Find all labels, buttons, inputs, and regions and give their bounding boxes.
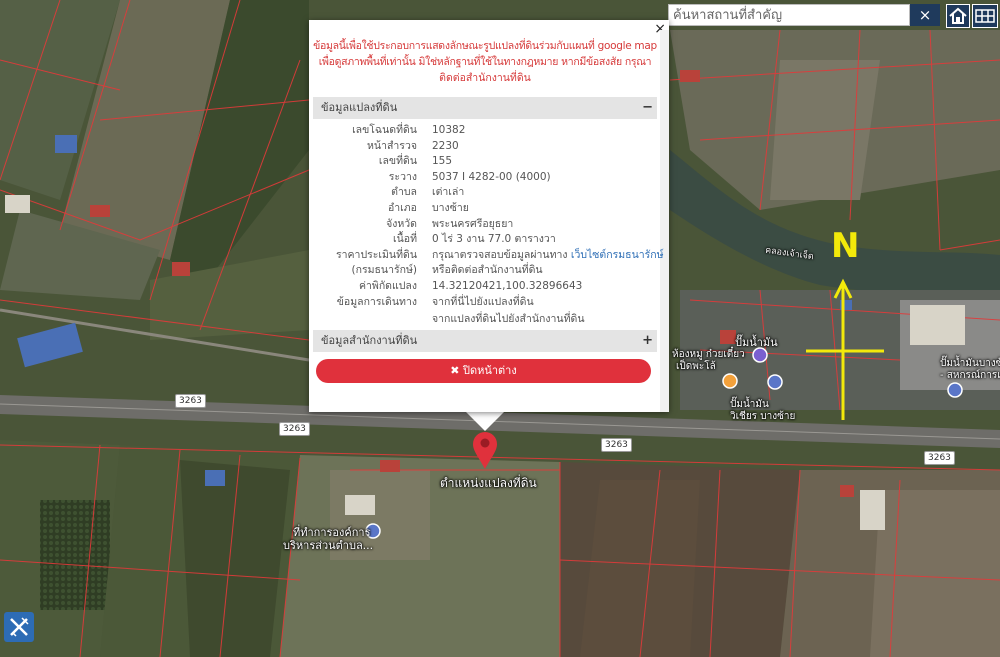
field-appraisal-2: (กรมธนารักษ์) หรือติดต่อสำนักงานที่ดิน [351,264,543,276]
disclaimer-notice: ข้อมูลนี้เพื่อใช้ประกอบการแสดงลักษณะรูปแ… [313,38,657,86]
coordinates-link[interactable]: 14.32120421,100.32896643 [432,279,582,294]
popup-pointer [465,411,505,431]
place-label: เป็ดพะโล้ [676,361,716,372]
field-province: จังหวัด พระนครศรีอยุธยา [386,218,514,230]
north-label: N [831,226,860,266]
road-shield: 3263 [601,438,632,452]
section-title: ข้อมูลแปลงที่ดิน [321,101,398,114]
field-appraisal: ราคาประเมินที่ดิน กรุณาตรวจสอบข้อมูลผ่านท… [335,249,664,261]
field-coordinates: ค่าพิกัดแปลง 14.32120421,100.32896643 [358,279,583,294]
marker-label: ตำแหน่งแปลงที่ดิน [440,476,537,490]
notice-line: ติดต่อสำนักงานที่ดิน [439,72,531,84]
field-directions-2: จากแปลงที่ดินไปยังสำนักงานที่ดิน [313,312,657,327]
collapse-icon[interactable]: − [642,97,653,119]
place-label: วิเชียร บางซ้าย [730,411,796,422]
road-shield: 3263 [175,394,206,408]
search-input[interactable]: ค้นหาสถานที่สำคัญ [668,4,910,26]
home-button[interactable] [946,4,970,28]
grid-icon [975,9,995,23]
road-shield: 3263 [279,422,310,436]
field-survey-page: หน้าสำรวจ 2230 [367,140,459,152]
place-label: บริหารส่วนตำบล... [283,539,374,552]
directions-to-parcel-link[interactable]: จากที่นี่ไปยังแปลงที่ดิน [432,295,534,310]
field-land-no: เลขที่ดิน 155 [378,155,453,167]
field-directions: ข้อมูลการเดินทาง จากที่นี่ไปยังแปลงที่ดิน [336,295,534,310]
popup-scrollbar[interactable] [660,30,669,412]
treasury-website-link[interactable]: เว็บไซต์กรมธนารักษ์ [571,249,664,261]
notice-line: เพื่อดูสภาพพื้นที่เท่านั้น มิใช่หลักฐานท… [318,56,652,68]
expand-icon[interactable]: + [642,330,653,352]
close-window-button[interactable]: ✖ ปิดหน้าต่าง [316,359,651,383]
field-district: อำเภอ บางซ้าย [387,202,469,214]
field-sheet: ระวาง 5037 I 4282-00 (4000) [388,171,551,183]
grid-layer-button[interactable] [972,4,998,28]
road-shield: 3263 [924,451,955,465]
measure-tool-button[interactable] [4,612,34,642]
directions-to-office-link[interactable]: จากแปลงที่ดินไปยังสำนักงานที่ดิน [432,312,585,327]
field-area: เนื้อที่ 0 ไร่ 3 งาน 77.0 ตารางวา [393,233,556,245]
search-clear-button[interactable]: × [910,4,940,26]
home-icon [949,7,967,24]
parcel-info-popup: × ข้อมูลนี้เพื่อใช้ประกอบการแสดงลักษณะรู… [309,20,669,412]
place-label: - สหกรณ์การเกษ [940,370,1000,381]
field-deed-no: เลขโฉนดที่ดิน 10382 [352,124,466,136]
ruler-pencil-icon [10,617,29,637]
land-info-section-header[interactable]: ข้อมูลแปลงที่ดิน − [313,97,657,119]
notice-line: ข้อมูลนี้เพื่อใช้ประกอบการแสดงลักษณะรูปแ… [313,40,657,52]
field-subdistrict: ตำบล เต่าเล่า [391,186,465,198]
section-title: ข้อมูลสำนักงานที่ดิน [321,334,418,347]
office-info-section-header[interactable]: ข้อมูลสำนักงานที่ดิน + [313,330,657,352]
